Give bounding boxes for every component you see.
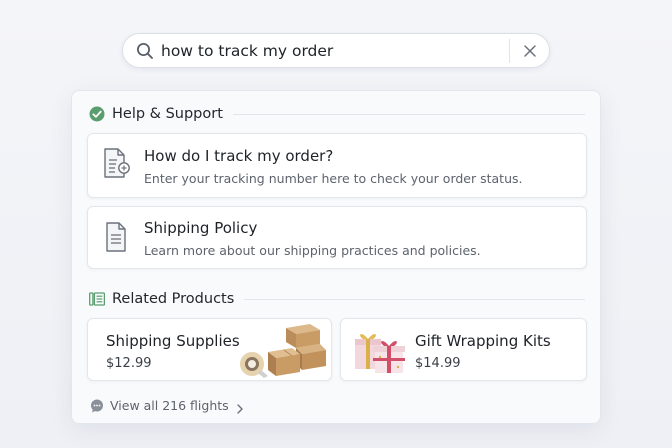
search-results-panel: Help & Support How do I track my order? … xyxy=(71,90,601,424)
product-name: Gift Wrapping Kits xyxy=(415,332,551,350)
cardboard-boxes-image xyxy=(234,322,330,385)
section-divider xyxy=(232,113,585,115)
help-item-description: Enter your tracking number here to check… xyxy=(144,171,523,186)
view-all-label: View all 216 flights xyxy=(110,398,229,413)
clear-search-button[interactable] xyxy=(515,38,545,64)
help-item-title: How do I track my order? xyxy=(144,147,334,165)
help-item-track-order[interactable]: How do I track my order? Enter your trac… xyxy=(87,133,587,198)
search-divider xyxy=(509,39,510,63)
product-card-gift-wrapping[interactable]: Gift Wrapping Kits $14.99 xyxy=(340,318,587,381)
product-card-shipping-supplies[interactable]: Shipping Supplies $12.99 xyxy=(87,318,332,381)
document-icon xyxy=(104,221,130,260)
search-bar[interactable] xyxy=(122,33,550,68)
product-price: $14.99 xyxy=(415,356,461,371)
gift-boxes-image xyxy=(349,327,409,382)
document-search-icon xyxy=(102,147,132,186)
help-section-header: Help & Support xyxy=(89,106,585,122)
products-section-header: Related Products xyxy=(89,291,585,307)
list-icon xyxy=(89,292,106,306)
product-name: Shipping Supplies xyxy=(106,332,240,350)
view-all-link[interactable]: View all 216 flights xyxy=(90,398,244,414)
help-item-shipping-policy[interactable]: Shipping Policy Learn more about our shi… xyxy=(87,206,587,269)
help-section-title: Help & Support xyxy=(112,106,223,122)
product-price: $12.99 xyxy=(106,356,152,371)
search-input[interactable] xyxy=(161,40,501,62)
section-divider xyxy=(244,298,585,300)
chat-bubble-icon xyxy=(90,399,104,413)
help-item-description: Learn more about our shipping practices … xyxy=(144,243,481,258)
check-circle-icon xyxy=(89,106,105,122)
close-icon xyxy=(524,45,536,57)
search-icon xyxy=(136,42,154,60)
help-item-title: Shipping Policy xyxy=(144,219,258,237)
products-section-title: Related Products xyxy=(112,291,235,307)
chevron-right-icon xyxy=(236,401,244,414)
